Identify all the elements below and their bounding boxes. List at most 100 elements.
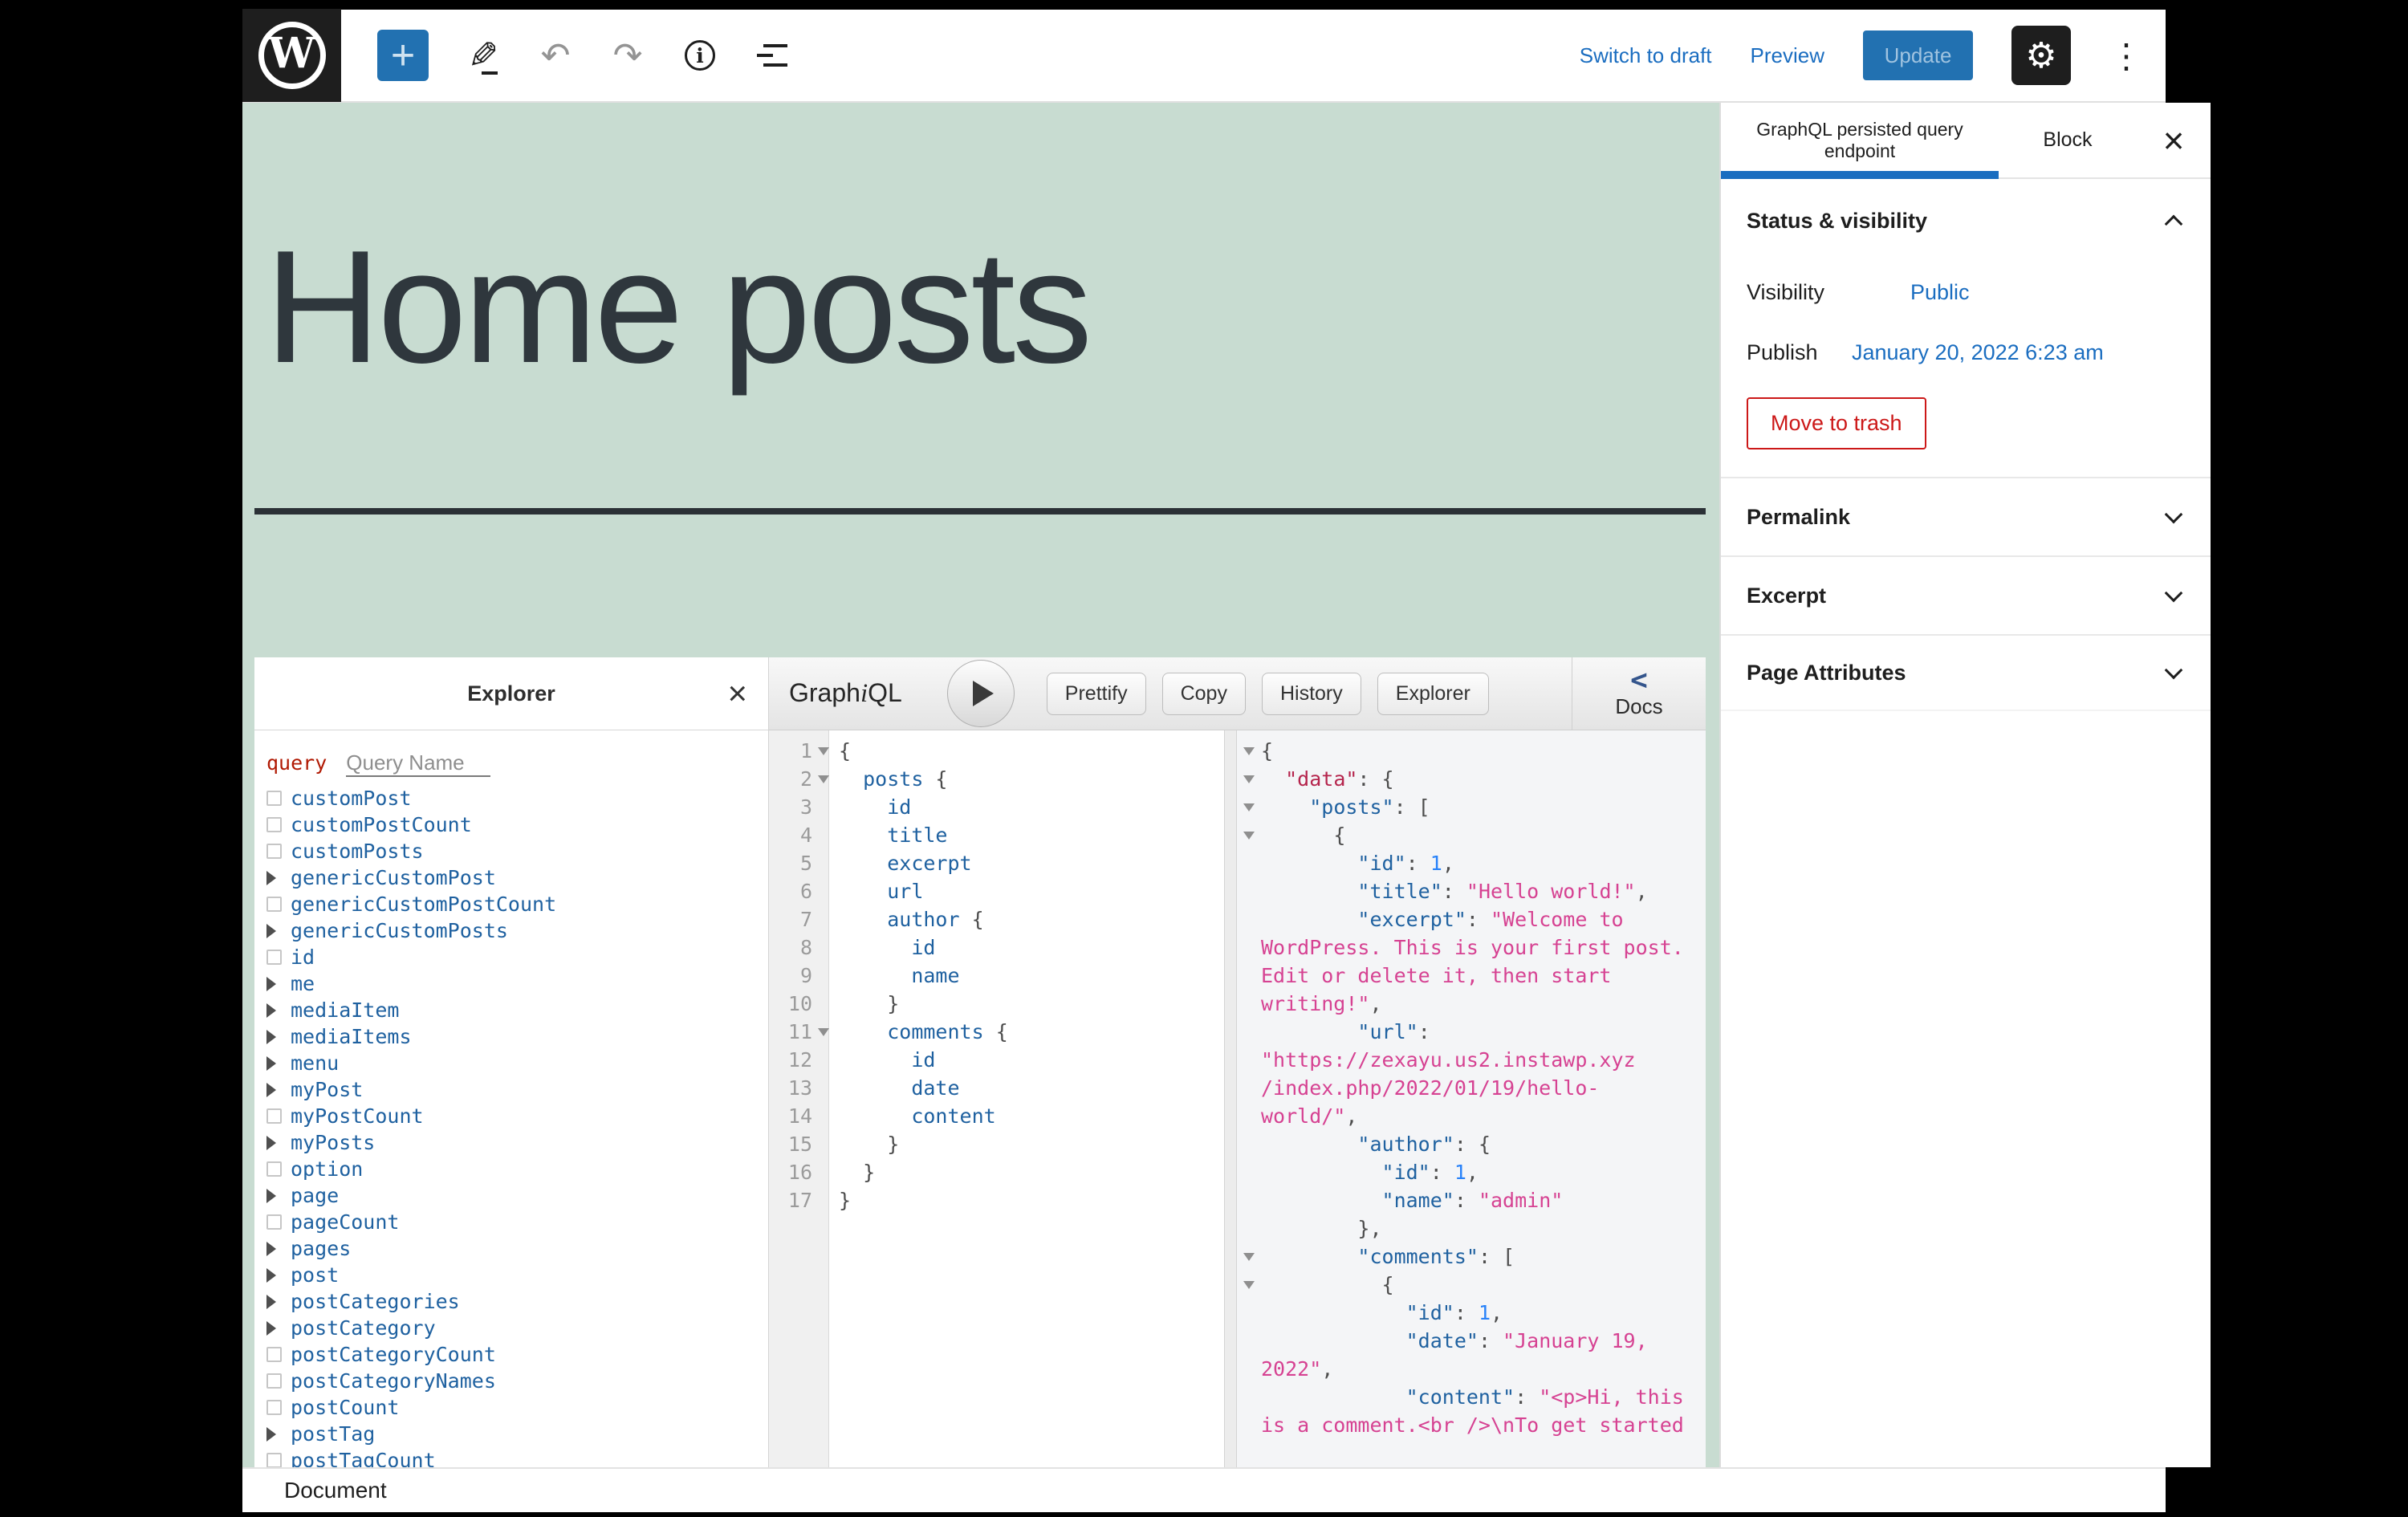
update-button[interactable]: Update: [1863, 31, 1973, 80]
tab-block[interactable]: Block: [1999, 103, 2137, 177]
explorer-field-label[interactable]: option: [291, 1157, 363, 1181]
pane-resizer-handle[interactable]: [1224, 730, 1237, 1467]
status-visibility-header[interactable]: Status & visibility: [1747, 198, 2185, 243]
copy-button[interactable]: Copy: [1162, 673, 1246, 715]
explorer-field-row[interactable]: customPosts: [266, 838, 768, 864]
fold-arrow-icon[interactable]: [818, 747, 829, 755]
expand-arrow-icon[interactable]: [266, 1295, 291, 1309]
expand-arrow-icon[interactable]: [266, 1003, 291, 1018]
fold-arrow-icon[interactable]: [1243, 1281, 1255, 1289]
explorer-field-row[interactable]: postCategories: [266, 1288, 768, 1315]
tab-graphql-persisted-query-endpoint[interactable]: GraphQL persisted query endpoint: [1721, 103, 1999, 177]
checkbox-icon[interactable]: [266, 817, 291, 832]
explorer-field-row[interactable]: genericCustomPostCount: [266, 891, 768, 917]
excerpt-section-header[interactable]: Excerpt: [1721, 557, 2211, 636]
publish-date-button[interactable]: January 20, 2022 6:23 am: [1852, 340, 2104, 365]
explorer-field-row[interactable]: genericCustomPost: [266, 864, 768, 891]
expand-arrow-icon[interactable]: [266, 977, 291, 991]
execute-query-button[interactable]: [947, 660, 1015, 727]
expand-arrow-icon[interactable]: [266, 924, 291, 938]
explorer-field-label[interactable]: myPostCount: [291, 1104, 424, 1128]
block-inserter-button[interactable]: +: [377, 30, 429, 81]
history-button[interactable]: History: [1262, 673, 1361, 715]
page-attributes-section-header[interactable]: Page Attributes: [1721, 636, 2211, 711]
explorer-field-row[interactable]: postCategoryCount: [266, 1341, 768, 1368]
query-editor[interactable]: { posts { id title excerpt url author { …: [829, 730, 1224, 1467]
edit-tool-button[interactable]: ✎: [466, 31, 501, 79]
wordpress-logo-button[interactable]: W: [242, 9, 341, 102]
redo-button[interactable]: ↷: [610, 31, 645, 79]
fold-arrow-icon[interactable]: [1243, 1253, 1255, 1261]
explorer-field-label[interactable]: mediaItems: [291, 1025, 412, 1048]
expand-arrow-icon[interactable]: [266, 871, 291, 885]
explorer-field-label[interactable]: genericCustomPostCount: [291, 893, 556, 916]
explorer-field-label[interactable]: id: [291, 946, 315, 969]
expand-arrow-icon[interactable]: [266, 1136, 291, 1150]
checkbox-icon[interactable]: [266, 1400, 291, 1415]
prettify-button[interactable]: Prettify: [1047, 673, 1146, 715]
checkbox-icon[interactable]: [266, 1453, 291, 1467]
explorer-field-label[interactable]: postCategoryCount: [291, 1343, 496, 1366]
options-menu-button[interactable]: ⋮: [2109, 36, 2133, 75]
checkbox-icon[interactable]: [266, 844, 291, 859]
expand-arrow-icon[interactable]: [266, 1242, 291, 1256]
fold-arrow-icon[interactable]: [818, 1028, 829, 1036]
explorer-button[interactable]: Explorer: [1377, 673, 1489, 715]
checkbox-icon[interactable]: [266, 1347, 291, 1362]
checkbox-icon[interactable]: [266, 1161, 291, 1177]
explorer-field-row[interactable]: postCategory: [266, 1315, 768, 1341]
explorer-field-row[interactable]: post: [266, 1262, 768, 1288]
explorer-field-label[interactable]: postCategories: [291, 1290, 460, 1313]
explorer-field-row[interactable]: myPosts: [266, 1129, 768, 1156]
explorer-field-row[interactable]: customPostCount: [266, 811, 768, 838]
undo-button[interactable]: ↶: [538, 31, 573, 79]
explorer-field-row[interactable]: pages: [266, 1235, 768, 1262]
explorer-field-label[interactable]: postCategoryNames: [291, 1369, 496, 1393]
query-name-input[interactable]: Query Name: [346, 750, 490, 777]
explorer-field-label[interactable]: myPosts: [291, 1131, 375, 1154]
page-title[interactable]: Home posts: [265, 223, 1089, 392]
explorer-field-label[interactable]: customPosts: [291, 840, 424, 863]
explorer-close-button[interactable]: ×: [727, 657, 747, 730]
explorer-field-label[interactable]: mediaItem: [291, 998, 399, 1022]
checkbox-icon[interactable]: [266, 1373, 291, 1389]
checkbox-icon[interactable]: [266, 950, 291, 965]
permalink-section-header[interactable]: Permalink: [1721, 478, 2211, 557]
explorer-field-label[interactable]: postTagCount: [291, 1449, 436, 1467]
expand-arrow-icon[interactable]: [266, 1427, 291, 1442]
separator-block[interactable]: [254, 508, 1706, 514]
breadcrumb-document[interactable]: Document: [284, 1478, 387, 1503]
explorer-field-label[interactable]: pages: [291, 1237, 351, 1260]
explorer-field-label[interactable]: genericCustomPosts: [291, 919, 508, 942]
explorer-field-row[interactable]: page: [266, 1182, 768, 1209]
explorer-field-label[interactable]: myPost: [291, 1078, 363, 1101]
fold-arrow-icon[interactable]: [1243, 775, 1255, 783]
list-view-button[interactable]: [755, 31, 790, 79]
explorer-field-row[interactable]: me: [266, 970, 768, 997]
fold-arrow-icon[interactable]: [1243, 747, 1255, 755]
explorer-field-row[interactable]: mediaItem: [266, 997, 768, 1023]
explorer-field-row[interactable]: postCount: [266, 1394, 768, 1421]
explorer-field-label[interactable]: postTag: [291, 1422, 375, 1446]
explorer-field-label[interactable]: customPost: [291, 787, 412, 810]
fold-arrow-icon[interactable]: [1243, 803, 1255, 811]
explorer-field-row[interactable]: mediaItems: [266, 1023, 768, 1050]
docs-toggle-button[interactable]: < Docs: [1572, 657, 1706, 730]
explorer-field-row[interactable]: postCategoryNames: [266, 1368, 768, 1394]
explorer-field-row[interactable]: postTag: [266, 1421, 768, 1447]
settings-toggle-button[interactable]: ⚙: [2011, 26, 2071, 85]
explorer-field-label[interactable]: postCategory: [291, 1316, 436, 1340]
explorer-field-label[interactable]: page: [291, 1184, 339, 1207]
checkbox-icon[interactable]: [266, 791, 291, 806]
explorer-field-row[interactable]: menu: [266, 1050, 768, 1076]
switch-to-draft-link[interactable]: Switch to draft: [1580, 43, 1712, 68]
explorer-field-label[interactable]: postCount: [291, 1396, 399, 1419]
explorer-field-label[interactable]: menu: [291, 1051, 339, 1075]
preview-link[interactable]: Preview: [1751, 43, 1824, 68]
explorer-field-row[interactable]: customPost: [266, 785, 768, 811]
expand-arrow-icon[interactable]: [266, 1268, 291, 1283]
editor-canvas[interactable]: Home posts Explorer × query Query Name: [242, 103, 1719, 1467]
sidebar-close-button[interactable]: ×: [2137, 103, 2211, 177]
checkbox-icon[interactable]: [266, 1214, 291, 1230]
explorer-field-label[interactable]: genericCustomPost: [291, 866, 496, 889]
